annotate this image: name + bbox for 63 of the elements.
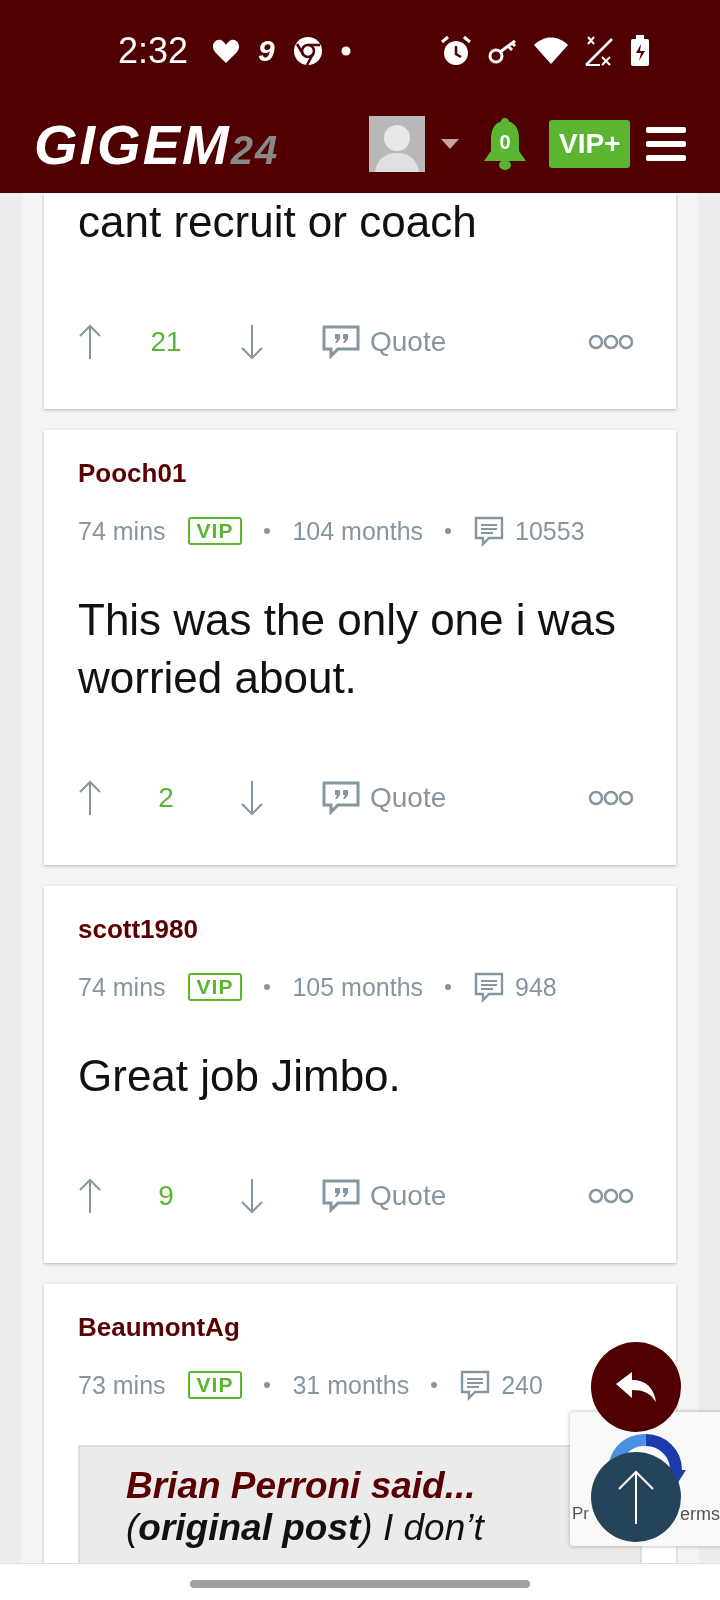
post-time: 74 mins	[78, 972, 166, 1002]
comments-icon	[473, 971, 506, 1003]
vote-count: 9	[157, 1180, 175, 1212]
alarm-icon	[440, 34, 472, 67]
menu-icon[interactable]	[646, 127, 687, 161]
post-text: This was the only one i was worried about.	[78, 594, 618, 704]
battery-charging-icon	[630, 34, 650, 67]
username[interactable]: BeaumontAg	[78, 1312, 642, 1343]
separator-dot	[264, 528, 271, 534]
member-tenure: 104 months	[292, 516, 424, 546]
separator-dot	[445, 528, 452, 534]
browser-icon	[292, 35, 323, 66]
clock-time: 2:32	[118, 29, 189, 72]
post-text: cant recruit or coach	[78, 196, 478, 248]
site-logo[interactable]: GIGEM24	[34, 111, 370, 177]
vip-badge: VIP	[187, 1371, 243, 1399]
vote-count: 21	[149, 326, 183, 358]
downvote-arrow-icon[interactable]	[240, 324, 264, 360]
more-options-icon[interactable]	[588, 790, 634, 806]
reply-icon	[614, 1370, 658, 1404]
no-signal-icon	[584, 34, 614, 67]
comments-icon	[473, 515, 506, 547]
quote-author[interactable]: Brian Perroni said...	[126, 1465, 476, 1507]
post-time: 74 mins	[78, 516, 166, 546]
privacy-link[interactable]: Pr	[572, 1504, 589, 1524]
upvote-arrow-icon[interactable]	[78, 780, 102, 816]
comments-icon	[459, 1369, 492, 1401]
vip-badge: VIP	[187, 517, 243, 545]
wifi-icon	[534, 36, 568, 65]
separator-dot	[431, 1382, 438, 1388]
separator-dot	[264, 1382, 271, 1388]
post-time: 73 mins	[78, 1370, 166, 1400]
post-text: Great job Jimbo.	[78, 1050, 402, 1102]
terms-link[interactable]: erms	[680, 1504, 720, 1525]
more-options-icon[interactable]	[588, 334, 634, 350]
avatar-icon[interactable]	[369, 116, 425, 172]
separator-dot	[264, 984, 271, 990]
dot-icon	[340, 45, 351, 56]
username[interactable]: scott1980	[78, 914, 642, 945]
member-tenure: 31 months	[292, 1370, 410, 1400]
downvote-arrow-icon[interactable]	[240, 1178, 264, 1214]
separator-dot	[445, 984, 452, 990]
heart-icon	[212, 37, 241, 64]
more-options-icon[interactable]	[588, 1188, 634, 1204]
quote-icon	[322, 1179, 360, 1213]
quote-icon	[322, 325, 360, 359]
key-icon	[488, 37, 518, 64]
up-arrow-icon	[616, 1469, 656, 1525]
vip-badge: VIP	[187, 973, 243, 1001]
post-count: 10553	[515, 516, 585, 546]
post-count: 240	[501, 1370, 543, 1400]
downvote-arrow-icon[interactable]	[240, 780, 264, 816]
post-count: 948	[515, 972, 557, 1002]
home-handle[interactable]	[190, 1580, 530, 1588]
upvote-arrow-icon[interactable]	[78, 1178, 102, 1214]
upvote-arrow-icon[interactable]	[78, 324, 102, 360]
caret-icon[interactable]	[441, 139, 459, 149]
username[interactable]: Pooch01	[78, 458, 642, 489]
vote-count: 2	[157, 782, 175, 814]
quote-text: (original post) I don’t	[126, 1507, 484, 1549]
quote-icon	[322, 781, 360, 815]
app-notification-icon: 9	[258, 33, 275, 68]
member-tenure: 105 months	[292, 972, 424, 1002]
